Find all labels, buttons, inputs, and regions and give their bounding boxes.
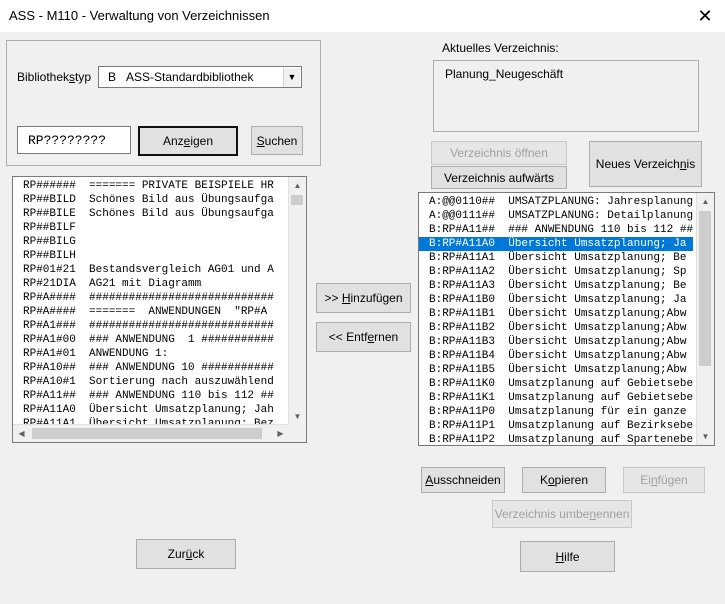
list-item[interactable]: RP##BILH — [13, 249, 274, 263]
list-item[interactable]: RP#A#### ======= ANWENDUNGEN "RP#A — [13, 305, 274, 319]
library-type-combo-value: B ASS-Standardbibliothek — [108, 70, 254, 84]
back-button[interactable]: Zurück — [136, 539, 236, 569]
list-item[interactable]: RP#A11## ### ANWENDUNG 110 bis 112 ## — [13, 389, 274, 403]
list-item[interactable]: B:RP#A11A2 Übersicht Umsatzplanung; Sp — [419, 265, 693, 279]
list-item[interactable]: B:RP#A11## ### ANWENDUNG 110 bis 112 ## — [419, 223, 693, 237]
list-item[interactable]: RP##BILF — [13, 221, 274, 235]
hscroll-thumb[interactable] — [32, 428, 262, 439]
scroll-right-icon[interactable]: ▶ — [272, 425, 289, 442]
open-dir-button[interactable]: Verzeichnis öffnen — [431, 141, 567, 165]
scroll-left-icon[interactable]: ◀ — [13, 425, 30, 442]
available-list-items: RP###### ======= PRIVATE BEISPIELE HR RP#… — [13, 179, 274, 442]
chevron-down-icon[interactable]: ▼ — [283, 68, 300, 87]
library-type-combo[interactable]: B ASS-Standardbibliothek ▼ — [98, 66, 302, 88]
directory-list-vscroll[interactable]: ▲ ▼ — [696, 193, 714, 445]
list-item[interactable]: RP#A1### ############################ — [13, 319, 274, 333]
help-button[interactable]: Hilfe — [520, 541, 615, 572]
list-item[interactable]: A:@@0111## UMSATZPLANUNG: Detailplanung — [419, 209, 693, 223]
directory-list[interactable]: A:@@0110## UMSATZPLANUNG: Jahresplanung A… — [418, 192, 715, 446]
available-list-hscroll[interactable]: ◀ ▶ — [13, 424, 289, 442]
scroll-up-icon[interactable]: ▲ — [697, 193, 714, 210]
current-dir-value: Planung_Neugeschäft — [445, 67, 564, 81]
list-item[interactable]: RP##BILD Schönes Bild aus Übungsaufga — [13, 193, 274, 207]
list-item[interactable]: RP##BILG — [13, 235, 274, 249]
remove-button[interactable]: << Entfernen — [316, 322, 411, 352]
scroll-thumb[interactable] — [699, 211, 711, 366]
search-button[interactable]: Suchen — [251, 126, 303, 155]
list-item[interactable]: RP#A10#1 Sortierung nach auszuwählend — [13, 375, 274, 389]
list-item[interactable]: B:RP#A11K0 Umsatzplanung auf Gebietsebe — [419, 377, 693, 391]
cut-button[interactable]: Ausschneiden — [421, 467, 505, 493]
list-item[interactable]: B:RP#A11P2 Umsatzplanung auf Spartenebe — [419, 433, 693, 445]
scroll-thumb[interactable] — [291, 195, 303, 205]
window-title: ASS - M110 - Verwaltung von Verzeichniss… — [9, 8, 270, 23]
list-item[interactable]: RP#A10## ### ANWENDUNG 10 ########### — [13, 361, 274, 375]
filter-input[interactable]: RP???????? — [17, 126, 131, 154]
list-item[interactable]: B:RP#A11A3 Übersicht Umsatzplanung; Be — [419, 279, 693, 293]
new-dir-button[interactable]: Neues Verzeichnis — [589, 141, 702, 187]
copy-button[interactable]: Kopieren — [522, 467, 606, 493]
filter-input-value: RP???????? — [28, 133, 107, 148]
show-button[interactable]: Anzeigen — [138, 126, 238, 156]
list-item[interactable]: B:RP#A11B0 Übersicht Umsatzplanung; Ja — [419, 293, 693, 307]
scroll-down-icon[interactable]: ▼ — [697, 428, 714, 445]
list-item[interactable]: B:RP#A11B3 Übersicht Umsatzplanung;Abw — [419, 335, 693, 349]
paste-button[interactable]: Einfügen — [623, 467, 705, 493]
list-item[interactable]: RP#A1#01 ANWENDUNG 1: — [13, 347, 274, 361]
current-dir-box: Planung_Neugeschäft — [433, 60, 699, 132]
current-dir-label: Aktuelles Verzeichnis: — [442, 41, 559, 55]
scroll-up-icon[interactable]: ▲ — [289, 177, 306, 194]
close-icon[interactable]: ✕ — [690, 4, 720, 28]
available-list-vscroll[interactable]: ▲ ▼ — [288, 177, 306, 425]
list-item[interactable]: B:RP#A11B2 Übersicht Umsatzplanung;Abw — [419, 321, 693, 335]
list-item[interactable]: RP#A1#00 ### ANWENDUNG 1 ########### — [13, 333, 274, 347]
list-item[interactable]: B:RP#A11A1 Übersicht Umsatzplanung; Be — [419, 251, 693, 265]
list-item[interactable]: B:RP#A11A0 Übersicht Umsatzplanung; Ja — [419, 237, 694, 251]
list-item[interactable]: RP#A11A0 Übersicht Umsatzplanung; Jah — [13, 403, 274, 417]
list-item[interactable]: B:RP#A11K1 Umsatzplanung auf Gebietsebe — [419, 391, 693, 405]
add-button[interactable]: >> Hinzufügen — [316, 283, 411, 313]
list-item[interactable]: B:RP#A11B1 Übersicht Umsatzplanung;Abw — [419, 307, 693, 321]
list-item[interactable]: RP#21DIA AG21 mit Diagramm — [13, 277, 274, 291]
list-item[interactable]: A:@@0110## UMSATZPLANUNG: Jahresplanung — [419, 195, 693, 209]
list-item[interactable]: B:RP#A11B4 Übersicht Umsatzplanung;Abw — [419, 349, 693, 363]
list-item[interactable]: RP###### ======= PRIVATE BEISPIELE HR — [13, 179, 274, 193]
scroll-corner — [289, 425, 306, 442]
list-item[interactable]: B:RP#A11P1 Umsatzplanung auf Bezirksebe — [419, 419, 693, 433]
list-item[interactable]: RP#01#21 Bestandsvergleich AG01 und A — [13, 263, 274, 277]
list-item[interactable]: B:RP#A11P0 Umsatzplanung für ein ganze — [419, 405, 693, 419]
scroll-down-icon[interactable]: ▼ — [289, 408, 306, 425]
directory-list-items: A:@@0110## UMSATZPLANUNG: Jahresplanung A… — [419, 195, 694, 445]
list-item[interactable]: RP##BILE Schönes Bild aus Übungsaufga — [13, 207, 274, 221]
available-list[interactable]: RP###### ======= PRIVATE BEISPIELE HR RP#… — [12, 176, 307, 443]
library-type-label: Bibliothekstyp — [17, 70, 92, 84]
list-item[interactable]: RP#A#### ############################ — [13, 291, 274, 305]
rename-dir-button[interactable]: Verzeichnis umbenennen — [492, 500, 632, 528]
list-item[interactable]: B:RP#A11B5 Übersicht Umsatzplanung;Abw — [419, 363, 693, 377]
dir-up-button[interactable]: Verzeichnis aufwärts — [431, 166, 567, 189]
